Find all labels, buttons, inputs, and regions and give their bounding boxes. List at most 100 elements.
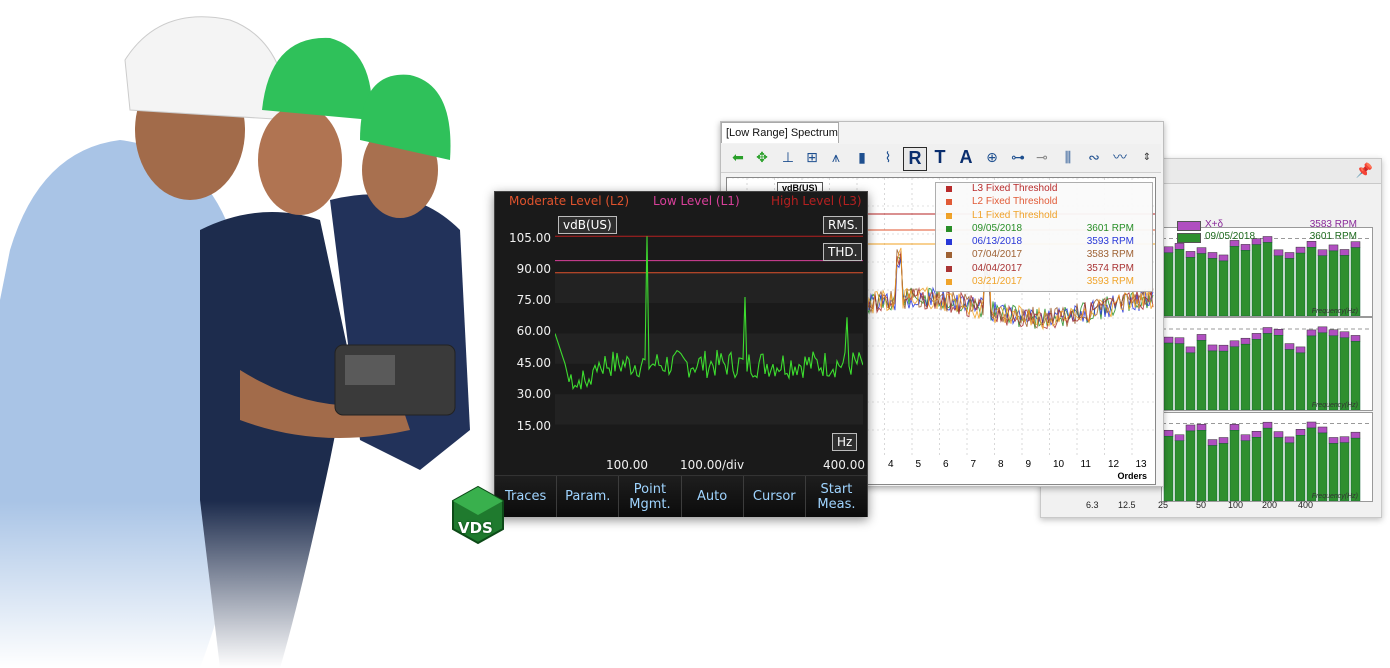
bar-overlay	[1328, 244, 1339, 252]
bar-panel-3-axis-label: Frequency(Hz)	[1311, 493, 1358, 500]
bar-overlay	[1317, 326, 1328, 334]
bar-overlay	[1163, 246, 1174, 254]
waveform-icon[interactable]: 〰	[1109, 147, 1131, 169]
param-button[interactable]: Param.	[557, 476, 620, 517]
hz-chip[interactable]: Hz	[832, 433, 858, 451]
bar-overlay	[1350, 431, 1361, 439]
y-tick: 45.00	[516, 356, 551, 370]
toolbar-scroll-icon[interactable]: ⇕	[1141, 147, 1153, 169]
sidebands-icon[interactable]: ∾	[1083, 147, 1105, 169]
y-tick: 75.00	[516, 293, 551, 307]
r-button-icon[interactable]: R	[903, 147, 927, 171]
legend-marker	[946, 252, 952, 259]
t-button-icon[interactable]: T	[929, 147, 951, 169]
bar	[1251, 437, 1262, 501]
zoom-icon[interactable]: ⊶	[1007, 147, 1029, 169]
bar-overlay	[1218, 344, 1229, 352]
bar	[1185, 430, 1196, 501]
bar-overlay	[1207, 252, 1218, 259]
bar	[1251, 339, 1262, 410]
cursor-single-icon[interactable]: ⊥	[777, 147, 799, 169]
bar-overlay	[1295, 246, 1306, 254]
bar	[1218, 350, 1229, 410]
bar-overlay	[1185, 251, 1196, 258]
y-tick: 105.00	[509, 231, 551, 245]
bar-overlay	[1328, 437, 1339, 444]
bar	[1339, 255, 1350, 316]
bar-overlay	[1262, 327, 1273, 334]
legend-label: L1 Fixed Threshold	[972, 209, 1058, 221]
probe-icon[interactable]: ⌇	[877, 147, 899, 169]
bar	[1306, 335, 1317, 410]
bar	[1163, 435, 1174, 501]
peak-icon[interactable]: ⩚	[825, 147, 847, 169]
legend-label: 03/21/2017	[972, 276, 1023, 288]
bar	[1218, 443, 1229, 501]
legend-label: 09/05/2018	[1205, 231, 1256, 242]
bar-overlay	[1240, 434, 1251, 441]
bar	[1339, 337, 1350, 410]
bar	[1262, 333, 1273, 410]
device-spectrum-plot	[555, 235, 863, 425]
bar	[1284, 442, 1295, 501]
zoom-out-icon[interactable]: ⊸	[1031, 147, 1053, 169]
start-meas-button[interactable]: Start Meas.	[805, 476, 868, 517]
bar-overlay	[1251, 333, 1262, 340]
x-end-label: 400.00	[823, 458, 865, 472]
a-button-icon[interactable]: A	[955, 147, 977, 169]
bar	[1306, 247, 1317, 316]
bar	[1174, 440, 1185, 501]
x-tick: 8	[998, 459, 1004, 470]
bar	[1207, 350, 1218, 410]
x-tick: 9	[1025, 459, 1032, 470]
bar	[1218, 260, 1229, 316]
bar	[1306, 427, 1317, 501]
bar-overlay	[1185, 424, 1196, 432]
unit-chip[interactable]: vdB(US)	[558, 216, 617, 234]
bar-overlay	[1328, 329, 1339, 337]
legend-marker	[946, 225, 952, 232]
bar-overlay	[1185, 346, 1196, 354]
bar	[1350, 247, 1361, 316]
bar-overlay	[1240, 337, 1251, 345]
bar-overlay	[1306, 421, 1317, 429]
device-legend: Moderate Level (L2) Low Level (L1) High …	[495, 192, 867, 212]
bar	[1273, 335, 1284, 410]
bar-overlay	[1218, 437, 1229, 444]
target-icon[interactable]: ⊕	[981, 147, 1003, 169]
thd-chip[interactable]: THD.	[823, 243, 863, 261]
x-tick: 6	[943, 459, 949, 470]
legend-label: L2 Fixed Threshold	[972, 196, 1058, 208]
auto-button[interactable]: Auto	[681, 476, 744, 517]
bar-x-tick: 50	[1196, 500, 1207, 510]
legend-row: L1 Fixed Threshold	[936, 210, 1152, 223]
cursor-double-icon[interactable]: ⊞	[801, 147, 823, 169]
cursor-button[interactable]: Cursor	[743, 476, 806, 517]
bar	[1328, 250, 1339, 316]
legend-marker	[946, 186, 952, 192]
pin-icon[interactable]: 📌	[1356, 163, 1373, 179]
bar	[1229, 346, 1240, 410]
legend-marker	[946, 199, 952, 206]
bar	[1207, 445, 1218, 501]
back-arrow-icon[interactable]: ⬅	[727, 147, 749, 169]
tab-low-range-spectrum[interactable]: [Low Range] Spectrum	[721, 122, 839, 143]
legend-row: 09/05/2018 3601 RPM	[936, 223, 1152, 236]
harmonics-icon[interactable]: ⫼	[1057, 147, 1079, 169]
move-icon[interactable]: ✥	[751, 147, 773, 169]
legend-marker	[946, 265, 952, 272]
legend-rpm: 3601 RPM	[1309, 231, 1357, 242]
x-tick: 5	[915, 459, 922, 470]
bar-chart-icon[interactable]: ▮	[851, 147, 873, 169]
x-div-label: 100.00/div	[680, 458, 745, 472]
bar	[1174, 343, 1185, 410]
x-tick: 10	[1053, 459, 1065, 470]
bar	[1273, 255, 1284, 316]
legend-marker	[946, 239, 952, 246]
legend-row: L2 Fixed Threshold	[936, 196, 1152, 209]
point-mgmt-button[interactable]: Point Mgmt.	[619, 476, 682, 517]
bar-overlay	[1251, 431, 1262, 438]
bar-x-tick: 200	[1262, 500, 1278, 510]
bar	[1350, 341, 1361, 410]
rms-chip[interactable]: RMS.	[823, 216, 864, 234]
